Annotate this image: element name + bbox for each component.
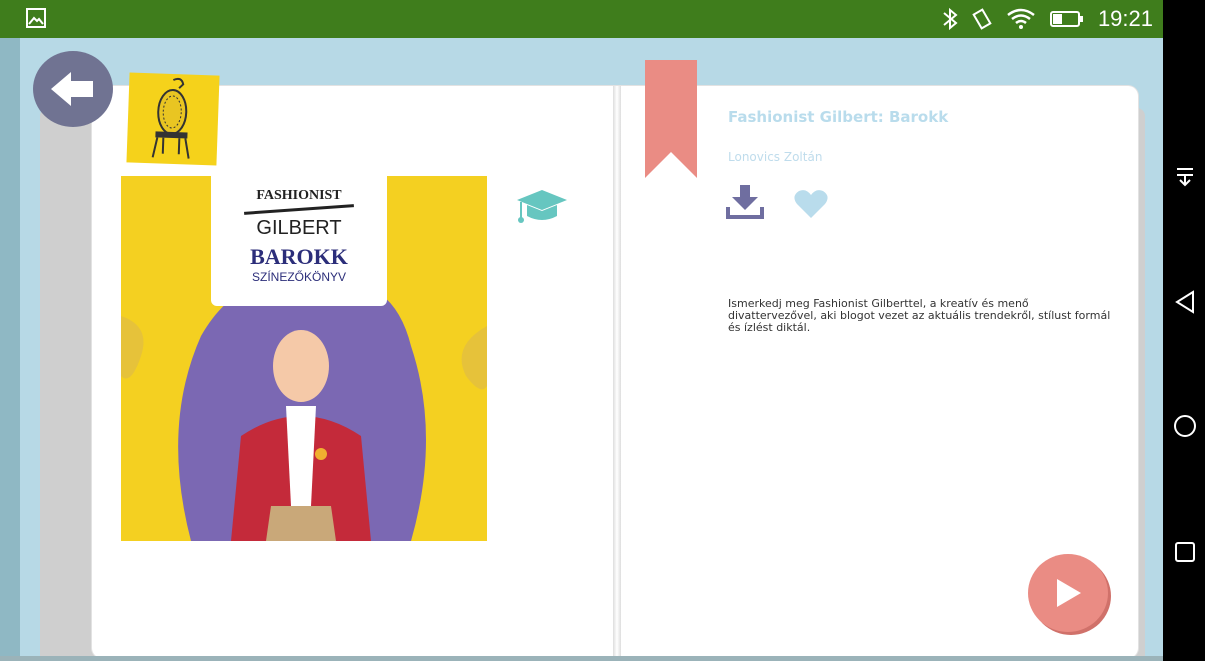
favorite-heart-icon[interactable] [793, 188, 829, 220]
shelf-base [0, 656, 1163, 661]
image-icon [26, 8, 46, 28]
background-wall [0, 38, 20, 661]
arrow-left-icon [51, 72, 93, 106]
play-icon [1057, 579, 1081, 607]
back-button[interactable] [33, 51, 113, 127]
cover-subtitle: SZÍNEZŐKÖNYV [251, 270, 346, 284]
app-area: FASHIONIST GILBERT BAROKK SZÍNEZŐKÖNYV F… [0, 38, 1163, 661]
back-triangle-icon[interactable] [1173, 290, 1197, 314]
graduation-cap-icon[interactable] [515, 188, 569, 228]
download-icon[interactable] [726, 183, 764, 219]
collapse-icon[interactable] [1173, 165, 1197, 189]
battery-icon [1049, 11, 1083, 27]
book-title: Fashionist Gilbert: Barokk [728, 108, 949, 126]
cover-brush-stroke [244, 204, 354, 215]
cover-label: FASHIONIST GILBERT BAROKK SZÍNEZŐKÖNYV [211, 176, 387, 306]
vibrate-icon [972, 8, 992, 30]
home-circle-icon[interactable] [1173, 414, 1197, 438]
bookmark-ribbon [645, 60, 697, 178]
cover-title: BAROKK [250, 244, 348, 269]
status-time: 19:21 [1097, 6, 1153, 31]
android-nav-bar [1163, 0, 1205, 661]
recents-square-icon[interactable] [1173, 540, 1197, 564]
book-author: Lonovics Zoltán [728, 150, 823, 164]
book-description: Ismerkedj meg Fashionist Gilberttel, a k… [728, 297, 1111, 334]
bluetooth-icon [943, 7, 958, 31]
book-cover-image: FASHIONIST GILBERT BAROKK SZÍNEZŐKÖNYV [121, 176, 487, 541]
cover-name: GILBERT [256, 217, 342, 239]
cover-brand: FASHIONIST [256, 188, 342, 203]
status-bar: 19:21 [0, 0, 1163, 38]
wifi-icon [1007, 8, 1035, 29]
play-button[interactable] [1028, 554, 1108, 632]
chair-icon [151, 77, 190, 159]
chair-sticker [126, 72, 220, 166]
book-spine [613, 86, 621, 658]
